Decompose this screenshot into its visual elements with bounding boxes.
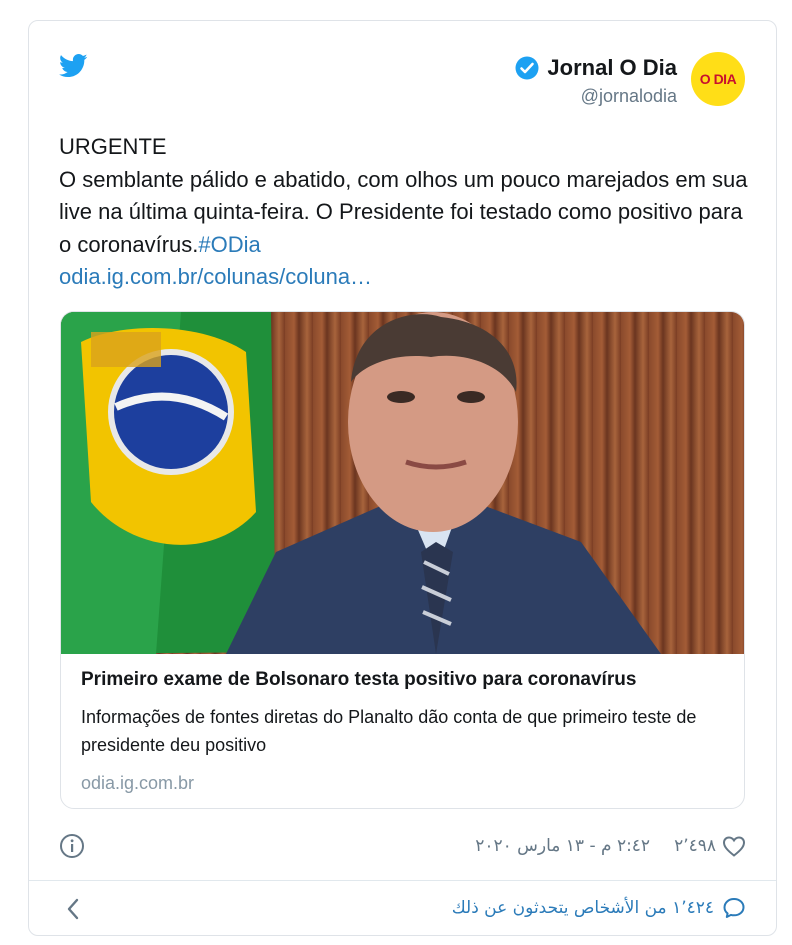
link-preview-title[interactable]: Primeiro exame de Bolsonaro testa positi… — [81, 667, 724, 693]
twitter-bird-icon[interactable] — [59, 54, 88, 78]
tweet-text: URGENTE O semblante pálido e abatido, co… — [59, 131, 749, 294]
conversation-link[interactable]: ١٬٤٢٤ من الأشخاص يتحدثون عن ذلك — [452, 896, 746, 920]
tweet-timestamp[interactable]: ٢:٤٢ م - ١٣ مارس ٢٠٢٠ — [475, 836, 650, 856]
tweet-embed-card: Jornal O Dia @jornalodia O DIA URGENTE O… — [28, 20, 777, 936]
link-preview-description: Informações de fontes diretas do Planalt… — [81, 707, 697, 755]
author-name[interactable]: Jornal O Dia — [547, 55, 677, 81]
link-preview-domain: odia.ig.com.br — [81, 773, 195, 793]
avatar-logo-text: O DIA — [699, 71, 737, 87]
tweet-urgent-label: URGENTE — [59, 134, 167, 159]
people-talking-text[interactable]: ١٬٤٢٤ من الأشخاص يتحدثون عن ذلك — [452, 898, 714, 918]
author-handle[interactable]: @jornalodia — [515, 85, 677, 107]
like-count[interactable]: ٢٬٤٩٨ — [674, 836, 716, 856]
tweet-footer-row: ١٬٤٢٤ من الأشخاص يتحدثون عن ذلك — [59, 894, 746, 924]
tweet-meta-row: ٢:٤٢ م - ١٣ مارس ٢٠٢٠ ٢٬٤٩٨ — [59, 833, 746, 863]
info-icon[interactable] — [59, 833, 85, 859]
heart-icon[interactable] — [722, 835, 746, 857]
link-preview-card[interactable]: Primeiro exame de Bolsonaro testa positi… — [60, 311, 745, 809]
avatar[interactable]: O DIA — [691, 52, 745, 106]
link-preview-body: Primeiro exame de Bolsonaro testa positi… — [81, 667, 724, 795]
meta-right-group: ٢:٤٢ م - ١٣ مارس ٢٠٢٠ ٢٬٤٩٨ — [475, 835, 746, 857]
author-block[interactable]: Jornal O Dia @jornalodia — [515, 55, 677, 107]
link-preview-image[interactable] — [61, 312, 744, 654]
speech-bubble-icon[interactable] — [722, 896, 746, 920]
preview-photo-illustration — [61, 312, 661, 654]
verified-badge-icon — [515, 56, 539, 80]
divider — [29, 880, 776, 881]
tweet-body: O semblante pálido e abatido, com olhos … — [59, 166, 748, 257]
hashtag-link[interactable]: #ODia — [198, 232, 260, 257]
tweet-url-link[interactable]: odia.ig.com.br/colunas/coluna… — [59, 264, 372, 289]
chevron-left-icon[interactable] — [63, 896, 83, 922]
